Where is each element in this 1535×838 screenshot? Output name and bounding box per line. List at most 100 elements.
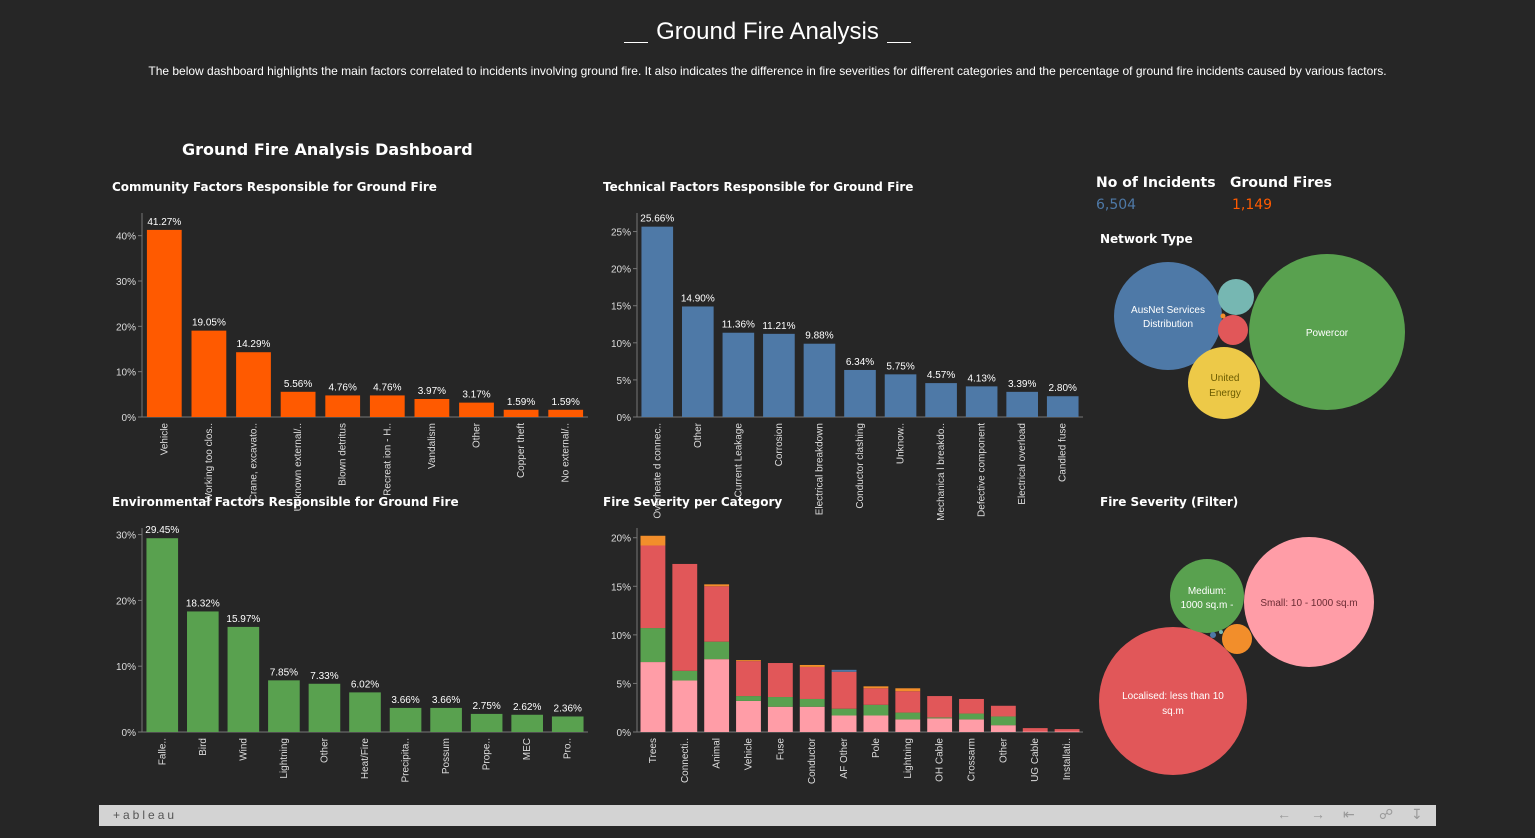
bar[interactable] bbox=[191, 330, 227, 417]
bar-segment[interactable] bbox=[799, 666, 825, 699]
y-tick-label: 10% bbox=[611, 339, 631, 350]
bar[interactable] bbox=[369, 395, 405, 417]
bar-segment[interactable] bbox=[1022, 728, 1048, 732]
bar-segment[interactable] bbox=[736, 660, 761, 662]
bar-segment[interactable] bbox=[895, 719, 921, 732]
bar-segment[interactable] bbox=[799, 698, 825, 707]
bar-segment[interactable] bbox=[1054, 729, 1080, 732]
bar-segment[interactable] bbox=[863, 686, 889, 689]
bubble-network-orange[interactable] bbox=[1220, 313, 1226, 319]
bar-segment[interactable] bbox=[1054, 731, 1080, 733]
bar-segment[interactable] bbox=[927, 696, 953, 718]
bar[interactable] bbox=[146, 229, 182, 417]
bar[interactable] bbox=[803, 343, 836, 417]
bar-segment[interactable] bbox=[1022, 731, 1048, 733]
bar[interactable] bbox=[1046, 396, 1079, 417]
bar-segment[interactable] bbox=[831, 669, 857, 672]
x-tick-label: Working too clos.. bbox=[204, 423, 215, 502]
bar-segment[interactable] bbox=[736, 700, 761, 732]
share-icon[interactable]: ☍ bbox=[1379, 806, 1393, 823]
fire-severity-filter-bubbles[interactable]: Localised: less than 10 sq.m Small: 10 -… bbox=[1095, 525, 1385, 785]
bar[interactable] bbox=[641, 226, 674, 417]
bar[interactable] bbox=[187, 611, 219, 732]
bar-segment[interactable] bbox=[799, 706, 825, 732]
bar[interactable] bbox=[308, 683, 341, 732]
bar[interactable] bbox=[430, 707, 462, 732]
bar-segment[interactable] bbox=[640, 545, 666, 629]
bar-segment[interactable] bbox=[704, 659, 730, 732]
bar-segment[interactable] bbox=[959, 719, 984, 732]
bar-segment[interactable] bbox=[895, 688, 921, 692]
bar-segment[interactable] bbox=[959, 713, 984, 720]
bar[interactable] bbox=[146, 538, 179, 732]
bar-segment[interactable] bbox=[767, 663, 793, 698]
bar-segment[interactable] bbox=[640, 535, 666, 546]
bar-segment[interactable] bbox=[895, 712, 921, 720]
bar[interactable] bbox=[280, 391, 316, 417]
bubble-network-teal[interactable] bbox=[1218, 279, 1254, 315]
bar-segment[interactable] bbox=[895, 691, 921, 713]
bar[interactable] bbox=[722, 332, 755, 417]
bubble-network-red[interactable] bbox=[1218, 315, 1248, 345]
bar[interactable] bbox=[763, 333, 795, 417]
bar-segment[interactable] bbox=[672, 670, 698, 681]
bar-segment[interactable] bbox=[863, 704, 889, 716]
bar-segment[interactable] bbox=[736, 661, 761, 697]
bar-segment[interactable] bbox=[767, 706, 793, 732]
bar-segment[interactable] bbox=[799, 664, 825, 667]
bar-segment[interactable] bbox=[640, 662, 666, 732]
bar-segment[interactable] bbox=[640, 628, 666, 663]
bar[interactable] bbox=[511, 714, 543, 732]
bar-segment[interactable] bbox=[672, 680, 698, 732]
bar[interactable] bbox=[682, 306, 714, 417]
bar[interactable] bbox=[503, 409, 539, 417]
environmental-factors-chart[interactable]: 0% 10% 20% 30% 29.45% Falle.. 18.32% Bird 15.97%… bbox=[100, 520, 600, 805]
bar[interactable] bbox=[459, 402, 494, 417]
bar-segment[interactable] bbox=[927, 718, 953, 732]
bar[interactable] bbox=[414, 399, 450, 417]
bar-segment[interactable] bbox=[831, 671, 857, 709]
bar-segment[interactable] bbox=[863, 688, 889, 705]
bar[interactable] bbox=[268, 680, 300, 732]
bar-segment[interactable] bbox=[990, 716, 1016, 726]
bar[interactable] bbox=[925, 383, 957, 417]
fire-severity-per-category-chart[interactable]: 0% 5% 10% 15% 20% Trees Connecti.. Animal Vehicl… bbox=[595, 520, 1095, 805]
bar-segment[interactable] bbox=[704, 641, 730, 660]
bar[interactable] bbox=[227, 626, 260, 732]
network-type-bubbles[interactable]: Powercor AusNet Services Distribution Un… bbox=[1100, 245, 1420, 425]
bar[interactable] bbox=[884, 374, 917, 417]
bar-segment[interactable] bbox=[990, 725, 1016, 732]
bar[interactable] bbox=[236, 352, 271, 417]
bar[interactable] bbox=[965, 386, 998, 417]
bar[interactable] bbox=[349, 692, 381, 732]
bar-segment[interactable] bbox=[927, 717, 953, 719]
bar-segment[interactable] bbox=[704, 584, 730, 587]
bar-segment[interactable] bbox=[831, 715, 857, 732]
bar-segment[interactable] bbox=[959, 698, 984, 714]
bar-segment[interactable] bbox=[767, 697, 793, 707]
revert-icon[interactable]: ⇤ bbox=[1343, 806, 1355, 823]
technical-factors-chart[interactable]: 0%5%10%15%20%25%25.66%Overheate d connec… bbox=[595, 205, 1095, 521]
bar-segment[interactable] bbox=[863, 715, 889, 732]
bar[interactable] bbox=[470, 713, 503, 732]
bar[interactable] bbox=[844, 369, 876, 417]
bubble-united-label-line1: United bbox=[1211, 373, 1240, 384]
bubble-severity-blue[interactable] bbox=[1210, 632, 1216, 638]
download-icon[interactable]: ↧ bbox=[1411, 806, 1423, 823]
undo-icon[interactable]: ← bbox=[1277, 806, 1291, 822]
bar[interactable] bbox=[1006, 391, 1038, 417]
bubble-severity-orange[interactable] bbox=[1222, 624, 1252, 654]
bar[interactable] bbox=[551, 716, 584, 732]
bar[interactable] bbox=[389, 707, 422, 732]
bar-segment[interactable] bbox=[990, 705, 1016, 717]
x-tick-label: Blown detritus bbox=[338, 423, 349, 486]
bar-segment[interactable] bbox=[736, 696, 761, 701]
bar-segment[interactable] bbox=[831, 708, 857, 716]
community-factors-chart[interactable]: 0% 10% 20% 30% 40% 41.27% Vehicle 19.05% Working… bbox=[100, 205, 600, 511]
bubble-severity-teal[interactable] bbox=[1219, 630, 1223, 634]
redo-icon[interactable]: → bbox=[1311, 806, 1325, 822]
bar[interactable] bbox=[325, 395, 361, 417]
bar[interactable] bbox=[548, 409, 584, 417]
bar-segment[interactable] bbox=[672, 563, 698, 671]
bar-segment[interactable] bbox=[704, 586, 730, 642]
